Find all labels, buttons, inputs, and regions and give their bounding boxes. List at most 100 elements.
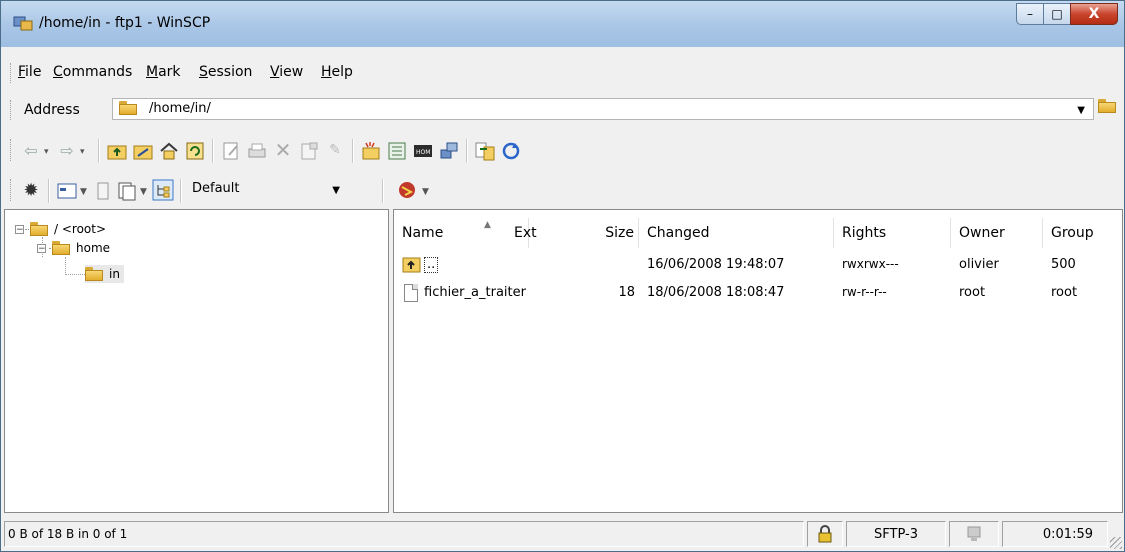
toolbar-grip[interactable] (10, 139, 14, 161)
address-input[interactable]: /home/in/ ▼ (112, 98, 1094, 120)
column-rights[interactable]: Rights (834, 218, 951, 248)
connection-status (949, 521, 999, 547)
maximize-icon: □ (1051, 7, 1063, 21)
address-bar: Address /home/in/ ▼ (4, 95, 1121, 125)
parent-directory-icon[interactable] (106, 140, 128, 162)
preferences-icon[interactable] (92, 180, 114, 202)
root-directory-icon[interactable] (132, 140, 154, 162)
chevron-down-icon[interactable]: ▼ (422, 187, 429, 197)
minimize-icon: – (1027, 7, 1033, 21)
file-owner: olivier (959, 257, 999, 272)
collapse-icon[interactable]: − (37, 243, 46, 253)
toolbar-separator (212, 139, 214, 163)
calculate-size-icon[interactable] (386, 140, 408, 162)
menu-mark[interactable]: Mark (146, 64, 181, 80)
tree-item-home[interactable]: − home (37, 239, 110, 257)
create-directory-icon[interactable] (360, 140, 382, 162)
column-rights-label: Rights (842, 225, 887, 241)
elapsed-time: 0:01:59 (1002, 521, 1108, 547)
file-list[interactable]: Name ▲ Ext Size Changed Rights Owner Gro… (393, 209, 1123, 513)
column-owner-label: Owner (959, 225, 1005, 241)
column-size[interactable]: Size (594, 218, 639, 248)
refresh-icon[interactable] (184, 140, 206, 162)
column-changed-label: Changed (647, 225, 710, 241)
column-changed[interactable]: Changed (639, 218, 834, 248)
close-button[interactable]: X (1070, 3, 1118, 25)
navigation-toolbar: ⇦ ▾ ⇨ ▾ ✕ ✎ HOM (4, 133, 1121, 169)
collapse-icon[interactable]: − (15, 224, 24, 234)
folder-icon (119, 101, 137, 115)
file-rights: rw-r--r-- (842, 285, 887, 299)
synchronize-icon[interactable] (474, 140, 496, 162)
chevron-down-icon[interactable]: ▼ (1077, 105, 1085, 116)
maximize-button[interactable]: □ (1043, 3, 1071, 25)
address-bar-grip[interactable] (10, 100, 14, 120)
tree-connector (65, 274, 85, 275)
properties-icon[interactable] (298, 140, 320, 162)
file-icon (404, 284, 418, 302)
tree-item-in[interactable]: in (85, 265, 124, 283)
session-select[interactable]: Default ▼ (188, 179, 348, 201)
chevron-down-icon[interactable]: ▼ (332, 185, 340, 196)
console-icon[interactable]: HOM (412, 140, 434, 162)
toolbar-separator (180, 179, 182, 203)
selection-status-text: 0 B of 18 B in 0 of 1 (8, 527, 128, 541)
forward-icon[interactable]: ⇨ (56, 139, 78, 161)
queue-icon[interactable] (116, 180, 138, 202)
column-owner[interactable]: Owner (951, 218, 1043, 248)
chevron-down-icon[interactable]: ▾ (80, 147, 85, 157)
toolbar-grip[interactable] (10, 179, 14, 201)
selection-status: 0 B of 18 B in 0 of 1 (4, 521, 804, 547)
tree-item-root[interactable]: − / <root> (15, 220, 106, 238)
computer-icon (967, 526, 981, 541)
chevron-down-icon[interactable]: ▼ (80, 187, 87, 197)
minimize-button[interactable]: – (1016, 3, 1044, 25)
column-ext-label: Ext (514, 225, 537, 241)
protocol-status: SFTP-3 (846, 521, 946, 547)
open-folder-icon[interactable] (1098, 99, 1116, 113)
putty-icon[interactable] (438, 140, 460, 162)
edit-icon[interactable] (220, 140, 242, 162)
column-size-label: Size (605, 225, 634, 241)
table-row[interactable]: fichier_a_traiter 18 18/06/2008 18:08:47… (394, 282, 1122, 304)
column-name-label: Name (402, 225, 444, 241)
directory-tree[interactable]: − / <root> − home in (4, 209, 389, 513)
tree-item-label: in (109, 267, 120, 281)
resize-grip[interactable] (1110, 537, 1122, 549)
menu-commands[interactable]: Commands (53, 64, 132, 80)
chevron-down-icon[interactable]: ▾ (44, 147, 49, 157)
print-icon[interactable] (246, 140, 268, 162)
delete-icon[interactable]: ✕ (272, 138, 294, 162)
column-group[interactable]: Group (1043, 218, 1122, 248)
view-style-icon[interactable] (56, 180, 78, 202)
menu-file[interactable]: File (18, 64, 41, 80)
toolbar-separator (352, 139, 354, 163)
toolbar-separator (98, 139, 100, 163)
folder-icon (30, 222, 48, 236)
file-rights: rwxrwx--- (842, 257, 899, 271)
menu-help[interactable]: Help (321, 64, 353, 80)
gear-icon[interactable]: ✹ (20, 179, 42, 201)
table-row[interactable]: .. 16/06/2008 19:48:07 rwxrwx--- olivier… (394, 254, 1122, 276)
back-icon[interactable]: ⇦ (20, 139, 42, 161)
column-ext[interactable]: Ext (494, 218, 594, 248)
menu-bar-grip[interactable] (10, 63, 14, 83)
file-owner: root (959, 285, 986, 300)
toolbar-separator (466, 139, 468, 163)
rename-icon[interactable]: ✎ (324, 139, 346, 161)
svg-text:HOM: HOM (416, 149, 430, 156)
menu-bar: File Commands Mark Session View Help (4, 59, 1121, 87)
tree-toggle-icon[interactable] (152, 179, 174, 201)
home-icon[interactable] (158, 140, 180, 162)
winscp-app-icon (13, 16, 33, 31)
close-icon: X (1088, 6, 1100, 22)
chevron-down-icon[interactable]: ▼ (140, 187, 147, 197)
menu-view[interactable]: View (270, 64, 303, 80)
menu-session[interactable]: Session (199, 64, 252, 80)
session-color-icon[interactable] (396, 179, 418, 201)
reload-icon[interactable] (500, 140, 522, 162)
title-bar[interactable]: /home/in - ftp1 - WinSCP – □ X (1, 1, 1124, 47)
encryption-status (807, 521, 843, 547)
window-title: /home/in - ftp1 - WinSCP (39, 15, 211, 31)
tree-connector (65, 257, 66, 275)
